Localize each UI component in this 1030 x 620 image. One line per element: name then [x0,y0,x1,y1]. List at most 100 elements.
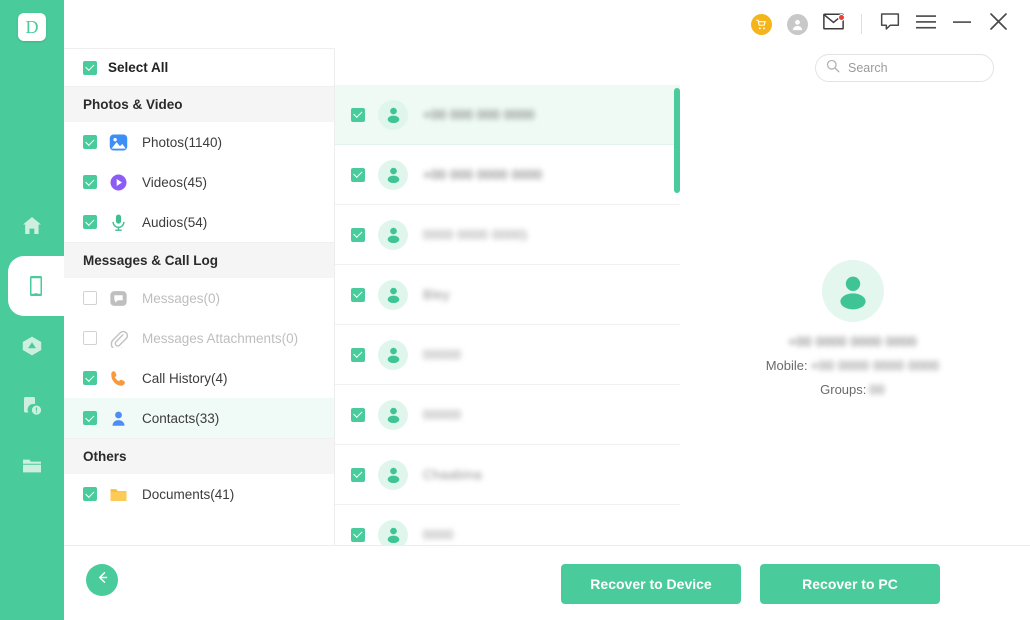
avatar [378,219,408,250]
messages-icon [108,288,128,308]
contact-name: 0000 [423,527,454,542]
feedback-button[interactable] [872,6,908,42]
contact-name: 0000 0000 0000) [423,227,528,242]
section-header-photos-video: Photos & Video [64,86,334,122]
home-icon [20,214,44,238]
audios-icon [108,212,128,232]
contact-detail-name: +00 0000 0000 0000 [788,334,917,349]
list-item[interactable]: 00000 [335,325,680,385]
app-logo: D [18,13,46,41]
category-item-documents[interactable]: Documents(41) [64,474,334,514]
contacts-list[interactable]: +00 000 000 0000 +00 000 0000 0000 0000 … [335,85,680,545]
documents-checkbox[interactable] [83,487,97,501]
rail-item-device[interactable] [8,242,64,330]
cloud-icon [20,334,44,358]
minimize-icon [952,15,972,34]
row-checkbox[interactable] [351,527,365,542]
contact-detail-groups: Groups: 00 [820,382,885,397]
contacts-icon [108,408,128,428]
account-button[interactable] [779,6,815,42]
avatar [378,339,408,370]
device-repair-icon [20,394,44,418]
avatar [378,519,408,545]
call-icon [108,368,128,388]
category-item-call-history[interactable]: Call History(4) [64,358,334,398]
documents-icon [108,484,128,504]
recover-to-pc-button[interactable]: Recover to PC [760,564,940,604]
menu-button[interactable] [908,6,944,42]
contact-name: Chaabina [423,467,482,482]
row-checkbox[interactable] [351,107,365,122]
category-panel: Select All Photos & Video Photos(1140) V… [64,48,335,545]
contacts-scrollbar[interactable] [674,85,680,545]
rail-item-cloud[interactable] [0,316,64,376]
photos-label: Photos(1140) [142,134,223,150]
toolbar-divider [861,14,862,34]
phone-device-icon [24,274,48,298]
list-item[interactable]: Chaabina [335,445,680,505]
category-item-photos[interactable]: Photos(1140) [64,122,334,162]
list-item[interactable]: Bley [335,265,680,325]
mobile-label: Mobile: [765,358,808,373]
section-header-messages-call-log: Messages & Call Log [64,242,334,278]
list-item[interactable]: +00 000 0000 0000 [335,145,680,205]
rail-item-toolbox[interactable] [0,436,64,496]
messages-label: Messages(0) [142,290,221,306]
documents-label: Documents(41) [142,486,235,502]
row-checkbox[interactable] [351,347,365,362]
mobile-value: +00 0000 0000 0000 [810,358,940,373]
photos-checkbox[interactable] [83,135,97,149]
messages-checkbox[interactable] [83,291,97,305]
groups-value: 00 [869,382,885,397]
list-item[interactable]: +00 000 000 0000 [335,85,680,145]
row-checkbox[interactable] [351,167,365,182]
photos-icon [108,132,128,152]
left-nav-rail: D [0,0,64,620]
recover-to-device-button[interactable]: Recover to Device [561,564,741,604]
close-button[interactable] [980,6,1016,42]
contacts-checkbox[interactable] [83,411,97,425]
contact-name: 00000 [423,347,462,362]
contacts-label: Contacts(33) [142,410,220,426]
row-checkbox[interactable] [351,467,365,482]
videos-checkbox[interactable] [83,175,97,189]
category-item-contacts[interactable]: Contacts(33) [64,398,334,438]
category-item-messages-attachments[interactable]: Messages Attachments(0) [64,318,334,358]
category-item-videos[interactable]: Videos(45) [64,162,334,202]
search-icon [826,59,840,78]
search-box[interactable] [815,54,1009,82]
contact-name: 00000 [423,407,462,422]
avatar [378,399,408,430]
row-checkbox[interactable] [351,407,365,422]
row-checkbox[interactable] [351,287,365,302]
search-input[interactable] [848,61,1009,75]
audios-checkbox[interactable] [83,215,97,229]
close-icon [989,12,1008,36]
select-all-row[interactable]: Select All [64,49,334,86]
avatar [378,99,408,130]
minimize-button[interactable] [944,6,980,42]
footer-bar: Recover to Device Recover to PC [64,545,1030,620]
messages-button[interactable] [815,6,851,42]
rail-item-repair[interactable] [0,376,64,436]
scrollbar-thumb[interactable] [674,88,680,193]
list-item[interactable]: 0000 [335,505,680,545]
call-history-checkbox[interactable] [83,371,97,385]
contact-name: +00 000 000 0000 [423,107,535,122]
contact-detail-mobile: Mobile: +00 0000 0000 0000 [766,358,940,373]
back-button[interactable] [86,564,118,596]
category-item-messages[interactable]: Messages(0) [64,278,334,318]
row-checkbox[interactable] [351,227,365,242]
category-item-audios[interactable]: Audios(54) [64,202,334,242]
list-item[interactable]: 00000 [335,385,680,445]
feedback-icon [880,12,900,36]
folder-icon [20,454,44,478]
avatar [378,459,408,490]
list-item[interactable]: 0000 0000 0000) [335,205,680,265]
window-titlebar [64,0,1030,48]
select-all-checkbox[interactable] [83,60,97,75]
store-button[interactable] [743,6,779,42]
messages-attachments-checkbox[interactable] [83,331,97,345]
menu-icon [916,14,936,35]
videos-icon [108,172,128,192]
